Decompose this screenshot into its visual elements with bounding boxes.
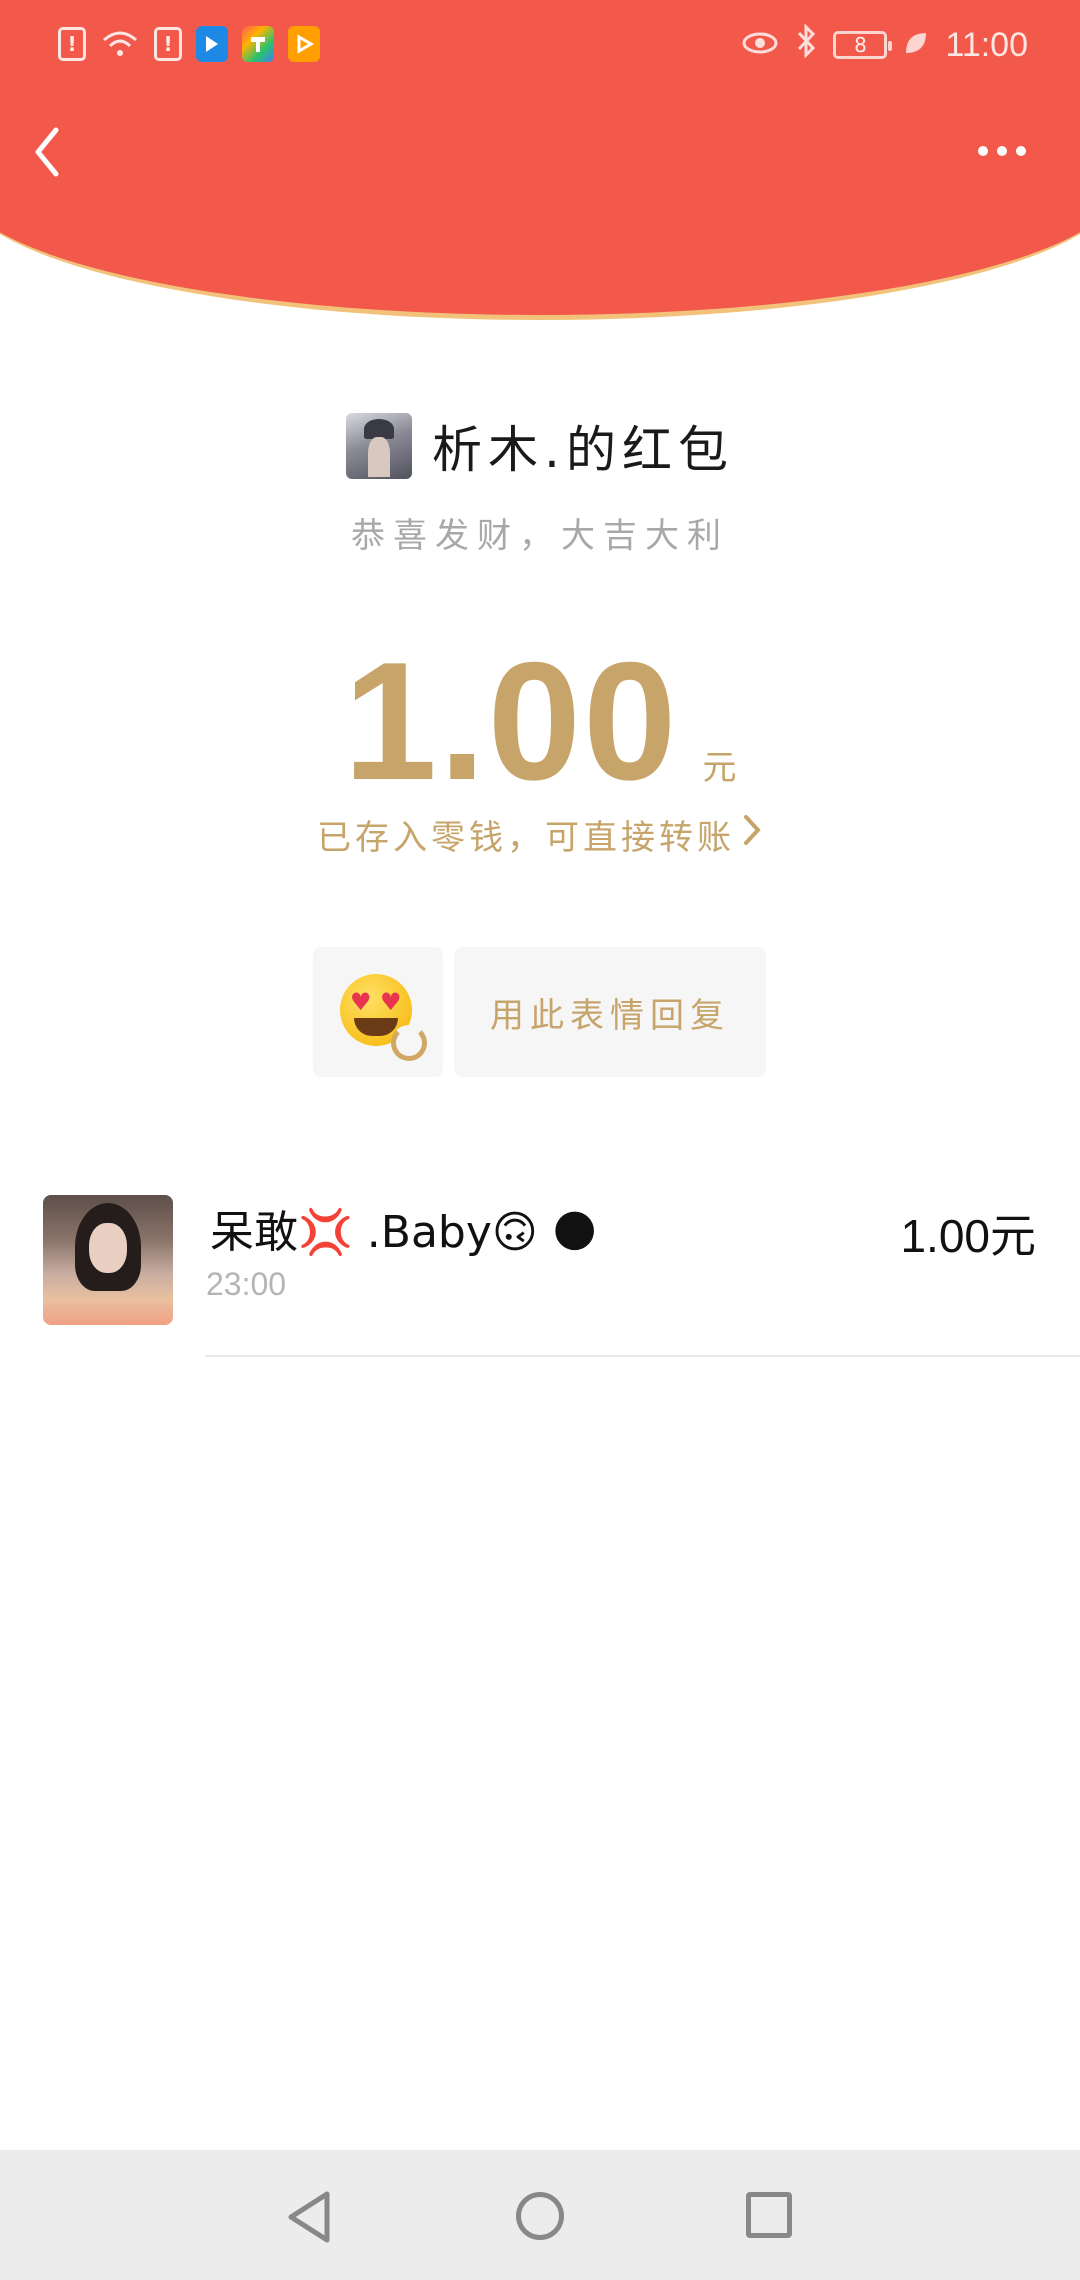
refresh-icon (391, 1025, 427, 1061)
video-app-icon (288, 26, 320, 62)
sim-alert-icon: ! (58, 27, 86, 61)
status-bar: ! ! 8 11:00 (0, 0, 1080, 92)
deposit-text: 已存入零钱，可直接转账 (317, 818, 735, 858)
dot-icon (978, 146, 988, 156)
amount-value: 1.00 (343, 627, 679, 815)
dot-icon (1016, 146, 1026, 156)
reply-with-sticker-button[interactable]: 用此表情回复 (454, 947, 766, 1077)
nav-home-button[interactable] (516, 2192, 564, 2240)
receiver-time: 23:00 (206, 1266, 287, 1302)
back-button[interactable] (28, 122, 68, 182)
nav-recents-button[interactable] (746, 2192, 792, 2238)
eye-comfort-icon (741, 26, 779, 64)
more-options-button[interactable] (978, 136, 1034, 166)
dot-icon (997, 146, 1007, 156)
sender-row: 析木.的红包 (0, 410, 1080, 482)
wifi-icon (100, 26, 140, 62)
battery-alert-icon: ! (154, 27, 182, 61)
chevron-right-icon (741, 812, 763, 858)
system-icons: 8 11:00 (741, 23, 1028, 66)
blessing-text: 恭喜发财，大吉大利 (351, 516, 729, 556)
app-notification-icon (196, 26, 228, 62)
amount-row: 1.00 元 (0, 625, 1080, 818)
bluetooth-icon (795, 23, 817, 66)
receiver-amount: 1.00元 (900, 1210, 1036, 1262)
sender-title: 析木.的红包 (432, 421, 734, 479)
amount-unit: 元 (702, 748, 737, 788)
battery-icon: 8 (833, 31, 893, 59)
system-nav-bar (0, 2150, 1080, 2280)
nav-back-button[interactable] (285, 2190, 333, 2244)
clock: 11:00 (945, 25, 1028, 64)
sender-avatar (346, 413, 413, 479)
notification-icons: ! ! (58, 26, 320, 62)
leaf-icon (903, 26, 929, 64)
divider (205, 1355, 1080, 1357)
app-notification-icon (242, 26, 274, 62)
receiver-name: 呆敢💢 .Baby🙃 🌑 (210, 1207, 598, 1258)
avatar (43, 1195, 173, 1325)
deposit-link[interactable]: 已存入零钱，可直接转账 (0, 810, 1080, 859)
sticker-refresh-button[interactable]: ♥ ♥ (313, 947, 443, 1077)
list-item[interactable]: 呆敢💢 .Baby🙃 🌑 23:00 1.00元 (0, 1190, 1080, 1358)
